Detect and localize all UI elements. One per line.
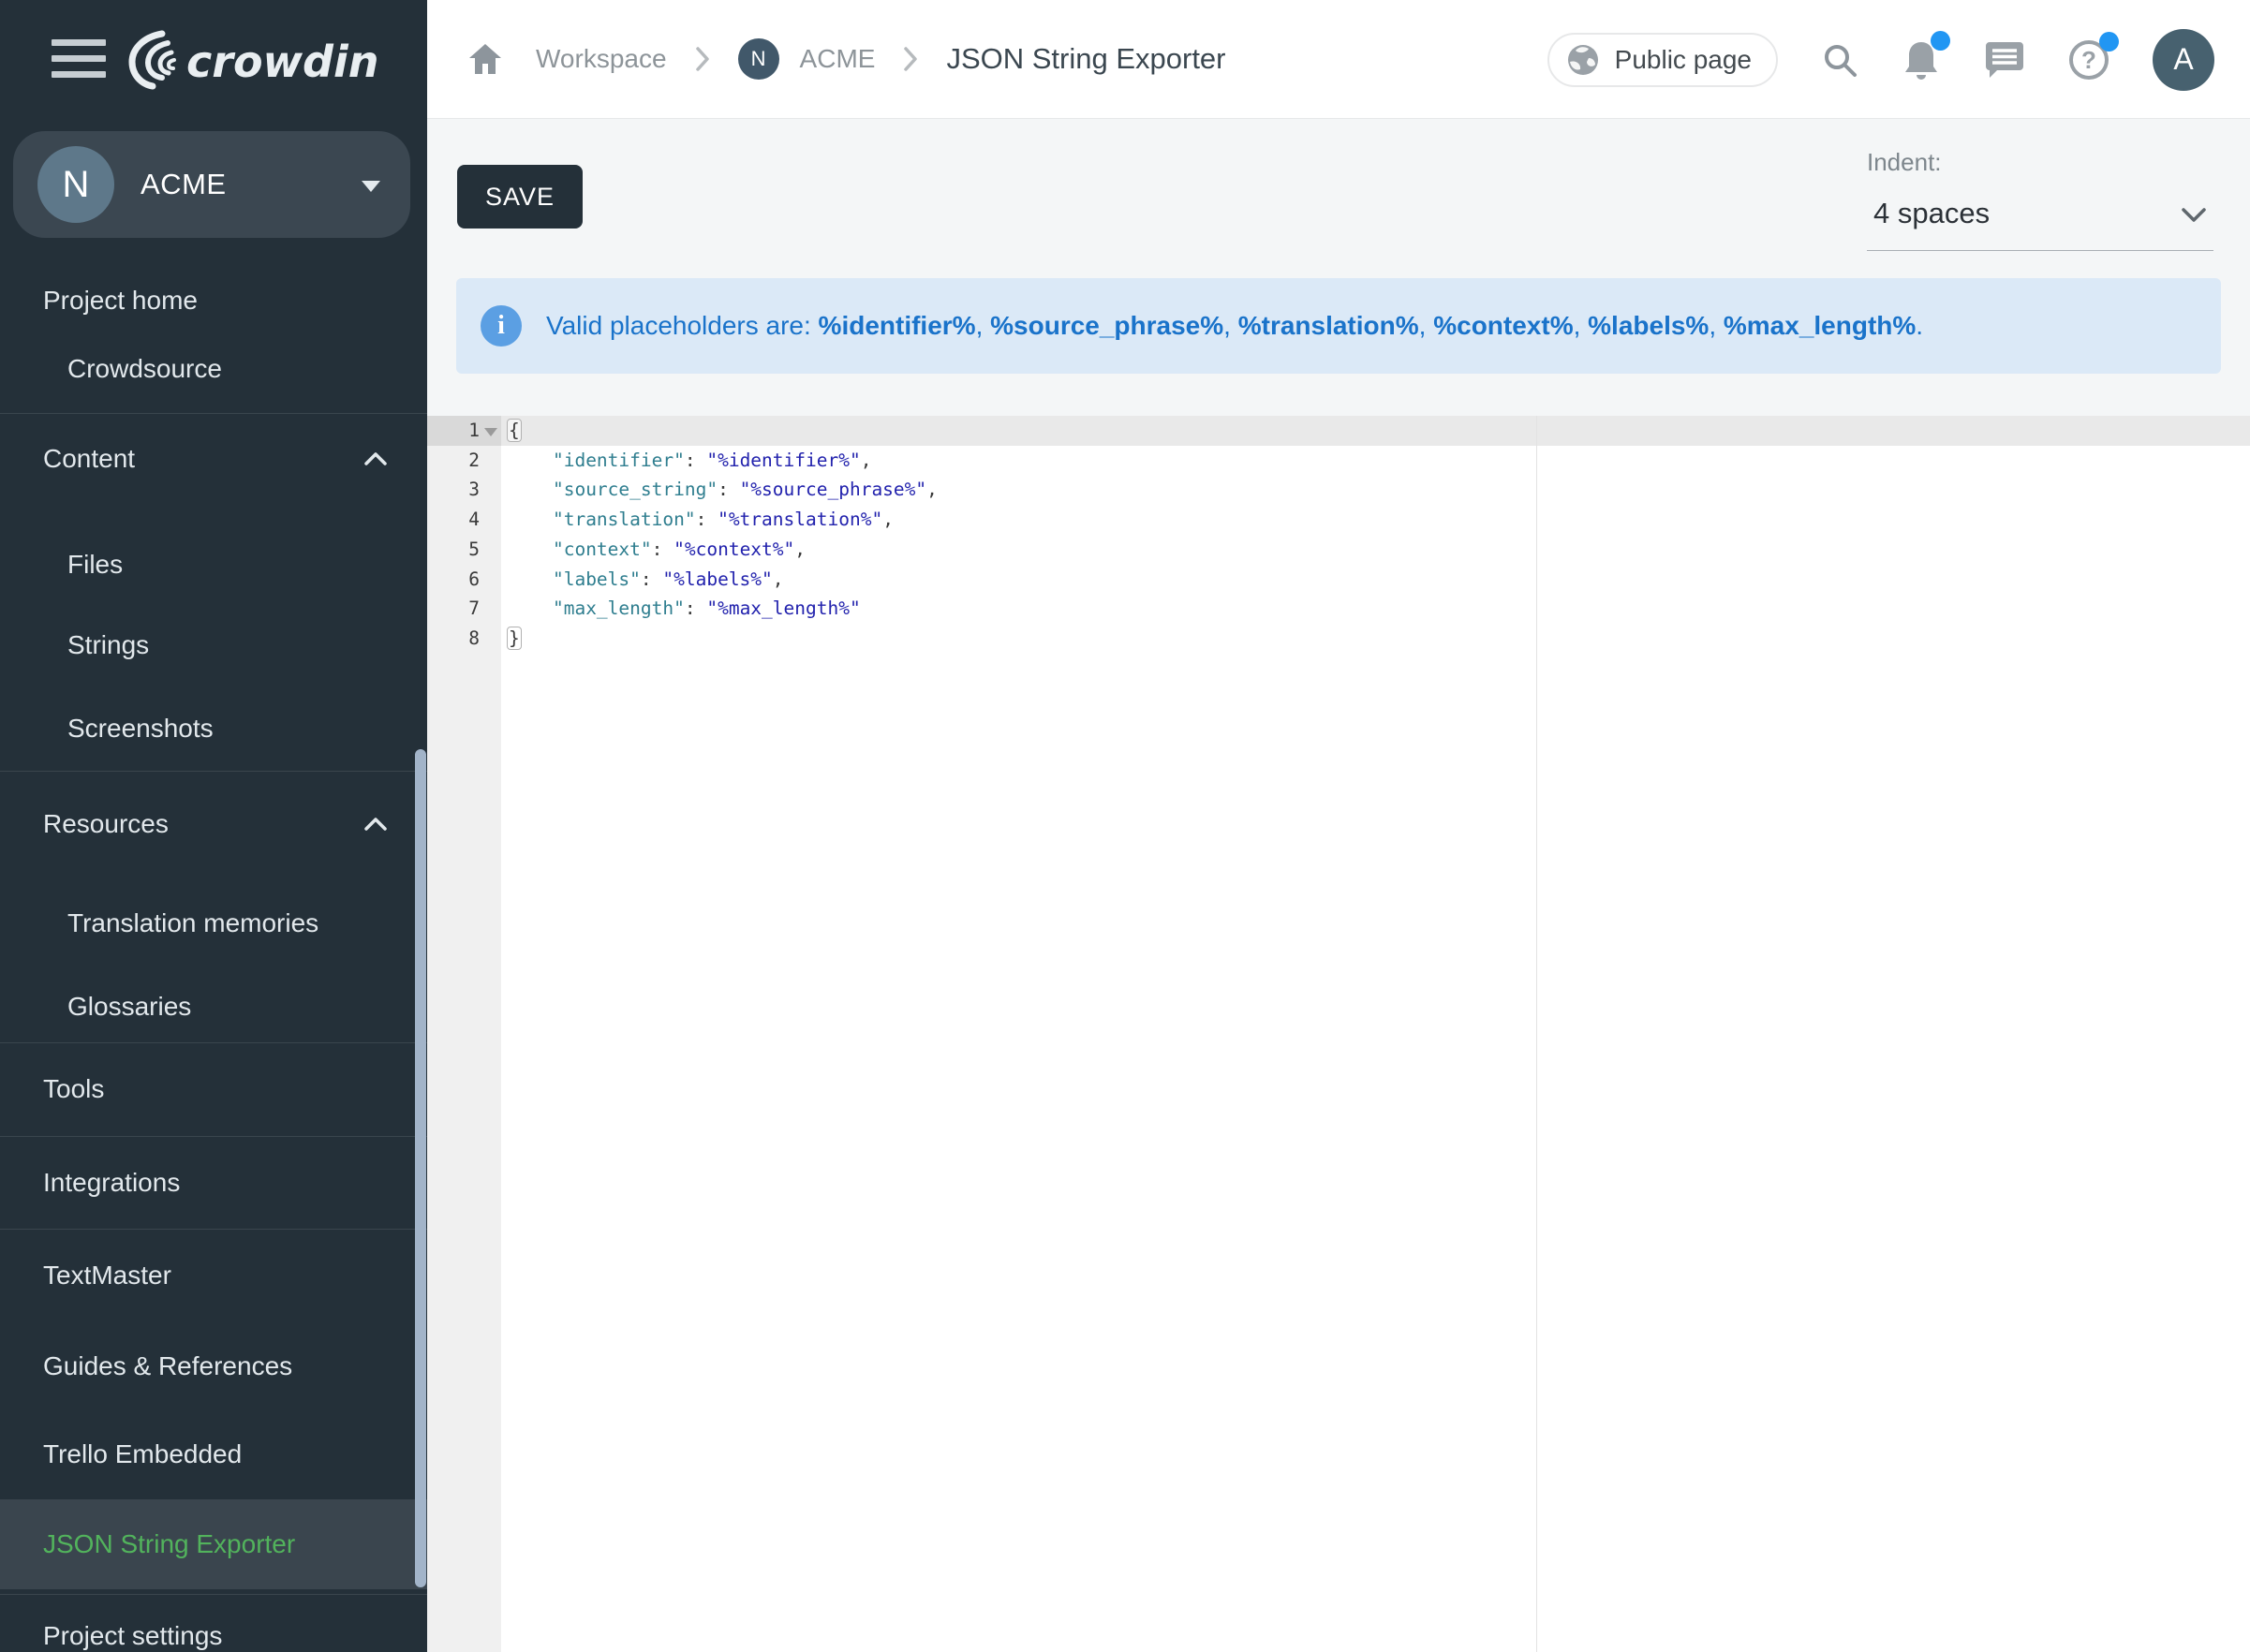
globe-icon	[1566, 43, 1600, 77]
info-icon: i	[481, 305, 522, 347]
user-avatar[interactable]: A	[2153, 29, 2214, 91]
sidebar-section-content[interactable]: Content	[43, 444, 135, 474]
sidebar-item-trello-embedded[interactable]: Trello Embedded	[43, 1439, 242, 1469]
sidebar-item-project-home[interactable]: Project home	[43, 286, 198, 316]
editor-active-line-highlight	[427, 416, 2250, 446]
line-number: 5	[427, 535, 480, 565]
editor-print-margin	[1536, 416, 1537, 1652]
sidebar-item-glossaries[interactable]: Glossaries	[67, 992, 191, 1022]
sidebar-item-integrations[interactable]: Integrations	[43, 1168, 180, 1198]
line-number: 3	[427, 475, 480, 505]
indent-label: Indent:	[1867, 148, 1942, 177]
notifications-button[interactable]	[1902, 38, 1941, 81]
sidebar-item-crowdsource[interactable]: Crowdsource	[67, 354, 222, 384]
indent-select[interactable]: 4 spaces	[1867, 184, 2213, 251]
sidebar-header: crowdin	[0, 0, 427, 119]
save-button[interactable]: SAVE	[457, 165, 583, 229]
sidebar-item-label: JSON String Exporter	[43, 1529, 295, 1559]
code-line: }	[509, 624, 520, 654]
org-name: ACME	[141, 131, 227, 238]
svg-text:crowdin: crowdin	[186, 37, 379, 87]
info-banner: i Valid placeholders are: %identifier%, …	[456, 278, 2221, 374]
code-line: "source_string": "%source_phrase%",	[509, 475, 938, 505]
indent-selected-value: 4 spaces	[1873, 197, 1990, 230]
code-line: "context": "%context%",	[509, 535, 806, 565]
sidebar-item-files[interactable]: Files	[67, 550, 123, 580]
banner-text: Valid placeholders are: %identifier%, %s…	[546, 311, 1923, 341]
divider	[0, 1594, 427, 1595]
svg-text:?: ?	[2081, 46, 2096, 74]
line-number: 8	[427, 624, 480, 654]
divider	[0, 1229, 427, 1230]
line-number: 6	[427, 565, 480, 595]
code-line: "identifier": "%identifier%",	[509, 446, 871, 476]
org-avatar: N	[37, 146, 114, 223]
chevron-up-icon[interactable]	[363, 817, 388, 832]
divider	[0, 413, 427, 414]
code-line: {	[509, 416, 520, 446]
page: crowdin N ACME Project home Crowdsource …	[0, 0, 2250, 1652]
code-editor[interactable]: 1 2 3 4 5 6 7 8 { "identifier": "%identi…	[427, 416, 2250, 1652]
breadcrumb-org[interactable]: ACME	[800, 44, 876, 74]
chevron-right-icon	[903, 46, 918, 72]
code-line: "labels": "%labels%",	[509, 565, 784, 595]
line-number: 2	[427, 446, 480, 476]
line-number: 4	[427, 505, 480, 535]
page-title: JSON String Exporter	[946, 42, 1225, 76]
breadcrumb: Workspace N ACME JSON String Exporter	[468, 38, 1226, 80]
sidebar-scrollbar[interactable]	[415, 749, 426, 1587]
public-page-label: Public page	[1615, 45, 1752, 75]
hamburger-menu-icon[interactable]	[52, 39, 106, 81]
sidebar-item-guides-references[interactable]: Guides & References	[43, 1351, 292, 1381]
header-actions: Public page	[1547, 0, 2214, 119]
help-button[interactable]: ?	[2068, 39, 2109, 81]
help-badge	[2099, 32, 2119, 52]
sidebar: crowdin N ACME Project home Crowdsource …	[0, 0, 427, 1652]
sidebar-item-translation-memories[interactable]: Translation memories	[67, 908, 318, 938]
search-button[interactable]	[1821, 41, 1858, 79]
home-icon[interactable]	[468, 43, 502, 75]
org-selector[interactable]: N ACME	[13, 131, 410, 238]
sidebar-item-json-string-exporter[interactable]: JSON String Exporter	[0, 1499, 427, 1589]
chevron-up-icon[interactable]	[363, 451, 388, 466]
chevron-down-icon	[2180, 206, 2208, 225]
chevron-right-icon	[695, 46, 710, 72]
sidebar-item-textmaster[interactable]: TextMaster	[43, 1261, 171, 1291]
divider	[0, 1042, 427, 1043]
sidebar-section-resources[interactable]: Resources	[43, 809, 169, 839]
public-page-button[interactable]: Public page	[1547, 33, 1778, 87]
crowdin-logo[interactable]: crowdin	[125, 26, 396, 94]
code-line: "max_length": "%max_length%"	[509, 594, 861, 624]
messages-button[interactable]	[1984, 40, 2025, 80]
top-header: Workspace N ACME JSON String Exporter Pu…	[427, 0, 2250, 119]
fold-toggle-icon[interactable]	[484, 428, 497, 436]
sidebar-item-strings[interactable]: Strings	[67, 630, 149, 660]
sidebar-item-screenshots[interactable]: Screenshots	[67, 714, 214, 744]
breadcrumb-org-avatar[interactable]: N	[738, 38, 779, 80]
sidebar-item-tools[interactable]: Tools	[43, 1074, 104, 1104]
chevron-down-icon	[362, 181, 380, 192]
divider	[0, 771, 427, 772]
line-number: 1	[427, 416, 480, 446]
code-line: "translation": "%translation%",	[509, 505, 894, 535]
line-number: 7	[427, 594, 480, 624]
breadcrumb-workspace[interactable]: Workspace	[536, 44, 667, 74]
notification-badge	[1931, 31, 1950, 51]
search-icon	[1821, 41, 1858, 79]
divider	[0, 1136, 427, 1137]
chat-icon	[1984, 40, 2025, 80]
sidebar-item-project-settings[interactable]: Project settings	[43, 1621, 222, 1651]
